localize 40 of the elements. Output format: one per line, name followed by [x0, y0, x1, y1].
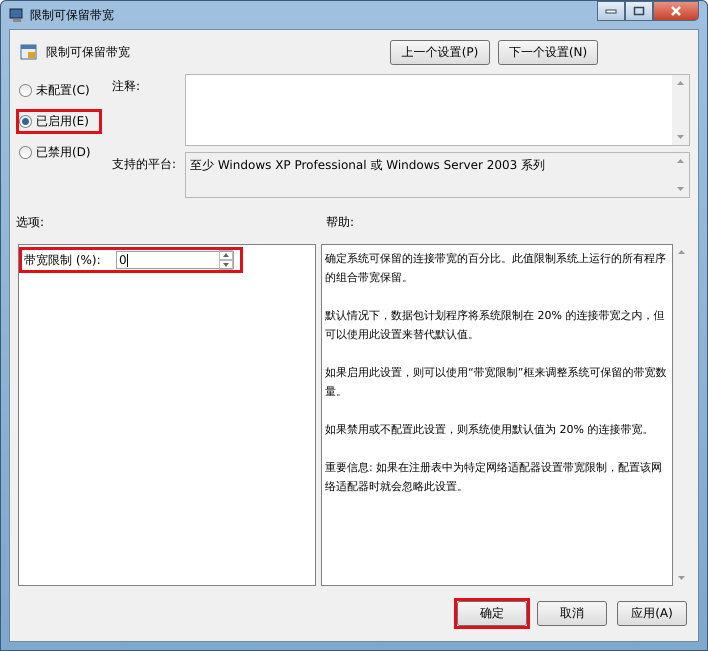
- scroll-up-icon[interactable]: [677, 81, 684, 85]
- bandwidth-spinbox[interactable]: 0: [116, 251, 234, 269]
- dialog-button[interactable]: 取消: [537, 601, 607, 626]
- help-paragraph: 如果禁用或不配置此设置，则系统使用默认值为 20% 的连接带宽。: [325, 422, 654, 438]
- spin-down-icon[interactable]: [219, 260, 233, 270]
- radio-option[interactable]: 已禁用(D): [19, 144, 99, 161]
- help-paragraph: 确定系统可保留的连接带宽的百分比。此值限制系统上运行的所有程序的组合带宽保留。: [325, 251, 667, 286]
- minimize-button[interactable]: [597, 1, 625, 21]
- comment-field[interactable]: [185, 74, 690, 146]
- minimize-icon: [605, 8, 617, 14]
- setting-title: 限制可保留带宽: [46, 44, 130, 60]
- nav-button[interactable]: 下一个设置(N): [498, 40, 598, 64]
- platform-field: 至少 Windows XP Professional 或 Windows Server 2003 系列: [185, 152, 690, 198]
- options-label: 选项:: [16, 214, 46, 231]
- maximize-icon: [633, 6, 645, 16]
- platform-label: 支持的平台:: [112, 156, 178, 173]
- spin-up-icon[interactable]: [219, 250, 233, 260]
- comment-label: 注释:: [112, 78, 142, 95]
- computer-icon: [9, 7, 25, 23]
- scroll-down-icon[interactable]: [677, 187, 684, 191]
- scroll-down-icon[interactable]: [678, 576, 685, 580]
- help-paragraph: 默认情况下，数据包计划程序将系统限制在 20% 的连接带宽之内，但可以使用此设置来替代默认值。: [325, 308, 666, 343]
- close-icon: [670, 6, 682, 16]
- radio-option[interactable]: 未配置(C): [19, 82, 99, 99]
- maximize-button[interactable]: [625, 1, 653, 21]
- dialog-button[interactable]: 应用(A): [617, 601, 687, 626]
- policy-icon: [20, 43, 38, 61]
- nav-button[interactable]: 上一个设置(P): [390, 40, 490, 64]
- scroll-down-icon[interactable]: [677, 135, 684, 139]
- scrollbar[interactable]: [672, 75, 689, 145]
- help-paragraph: 如果启用此设置，则可以使用“带宽限制”框来调整系统可保留的带宽数量。: [325, 365, 668, 400]
- scroll-up-icon[interactable]: [678, 250, 685, 254]
- scroll-up-icon[interactable]: [677, 159, 684, 163]
- window-title: 限制可保留带宽: [30, 6, 114, 24]
- radio-option[interactable]: 已启用(E): [19, 113, 99, 130]
- close-button[interactable]: [653, 1, 699, 21]
- help-paragraph: 重要信息: 如果在注册表中为特定网络适配器设置带宽限制，配置该网络适配器时就会忽略此设置。: [325, 460, 664, 495]
- help-label: 帮助:: [326, 214, 354, 231]
- bandwidth-label: 带宽限制 (%):: [24, 252, 102, 268]
- dialog-button[interactable]: 确定: [457, 601, 527, 626]
